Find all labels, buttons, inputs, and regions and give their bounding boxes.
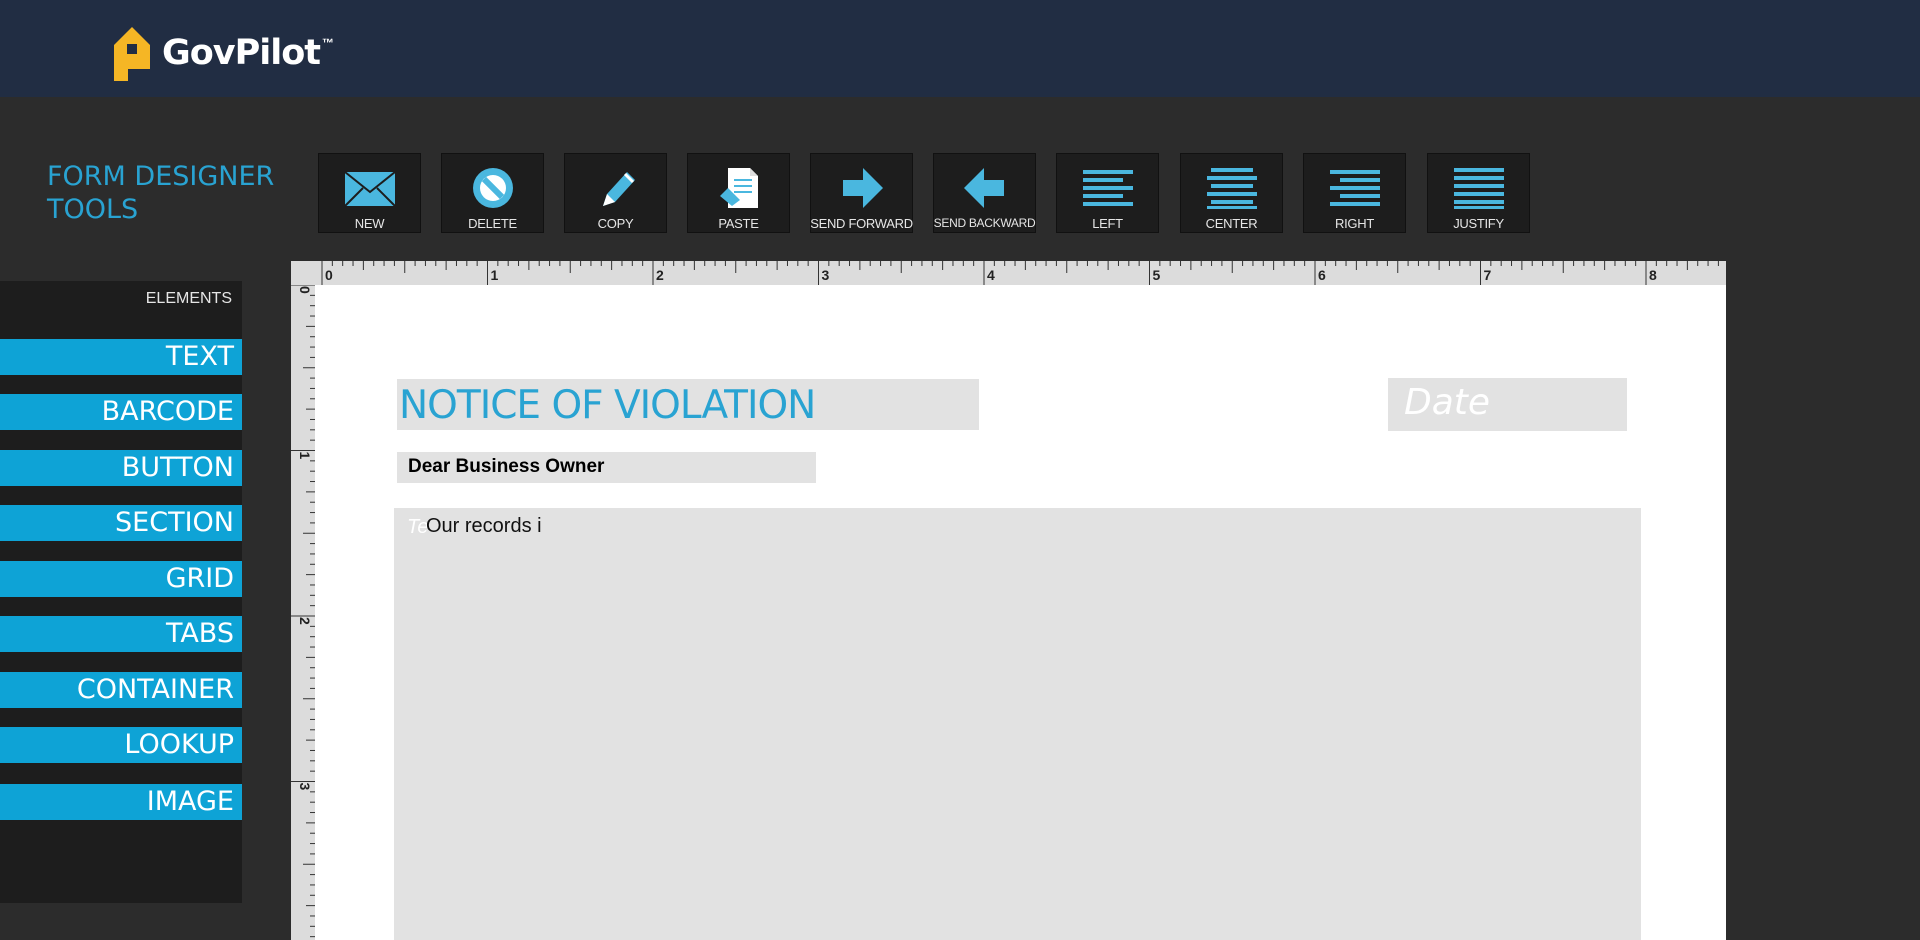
element-section[interactable]: SECTION [0,505,242,541]
govpilot-logo[interactable]: GovPilot ™ [112,25,334,81]
paste-label: PASTE [718,216,759,231]
pencil-icon [602,172,635,206]
arrow-left-icon [963,168,1004,208]
app-header: GovPilot ™ [0,0,1920,97]
copy-button[interactable]: COPY [564,153,667,233]
ruler-label: 1 [297,452,313,460]
brand-name: GovPilot [162,33,321,73]
house-logo-icon [114,27,150,81]
envelope-icon [343,171,396,207]
ruler-label: 4 [987,267,995,283]
delete-button[interactable]: DELETE [441,153,544,233]
ruler-label: 2 [297,617,313,625]
ruler-label: 0 [297,286,313,294]
align-center-icon [1206,168,1257,209]
element-container[interactable]: CONTAINER [0,672,242,708]
element-text[interactable]: TEXT [0,339,242,375]
ruler-label: 5 [1153,267,1161,283]
align-right-icon [1329,170,1380,206]
align-justify-label: JUSTIFY [1453,216,1504,231]
new-label: NEW [354,216,385,231]
greeting-field[interactable]: Dear Business Owner [397,452,816,483]
elements-heading: ELEMENTS [145,290,232,307]
align-right-label: RIGHT [1335,216,1374,231]
align-right-button[interactable]: RIGHT [1303,153,1406,233]
trademark: ™ [322,36,335,50]
form-designer-tools-title: FORM DESIGNER TOOLS [47,160,274,226]
ruler-label: 1 [491,267,499,283]
delete-label: DELETE [468,216,517,231]
body-text-field[interactable]: Te Our records i [394,508,1641,940]
vertical-ruler: 0 1 2 3 [291,284,315,940]
elements-panel: ELEMENTS TEXT BARCODE BUTTON SECTION GRI… [0,281,242,903]
ruler-label: 2 [656,267,664,283]
arrow-right-icon [842,168,883,208]
send-backward-button[interactable]: SEND BACKWARD [933,153,1036,233]
align-center-label: CENTER [1205,216,1258,231]
send-backward-label: SEND BACKWARD [933,216,1036,230]
ruler-label: 3 [822,267,830,283]
tools-title-line1: FORM DESIGNER [47,161,275,192]
element-lookup[interactable]: LOOKUP [0,727,242,763]
copy-label: COPY [597,216,634,231]
align-center-button[interactable]: CENTER [1180,153,1283,233]
greeting-text: Dear Business Owner [408,456,605,477]
ruler-label: 8 [1649,267,1657,283]
align-left-icon [1082,170,1133,206]
form-title-text: NOTICE OF VIOLATION [399,383,816,428]
align-left-label: LEFT [1092,216,1123,231]
ruler-label: 7 [1484,267,1492,283]
align-justify-icon [1453,168,1504,209]
ruler-label: 6 [1318,267,1326,283]
body-text: Our records i [426,515,542,537]
align-left-button[interactable]: LEFT [1056,153,1159,233]
paste-document-icon [719,168,758,208]
tools-title-line2: TOOLS [47,194,139,225]
form-title-field[interactable]: NOTICE OF VIOLATION [397,379,979,430]
align-justify-button[interactable]: JUSTIFY [1427,153,1530,233]
vertical-ruler-ticks: 0 1 2 3 [291,284,315,938]
date-placeholder: Date [1404,382,1491,423]
ruler-label: 0 [325,267,333,283]
send-forward-label: SEND FORWARD [810,216,913,231]
date-field[interactable]: Date [1388,378,1627,431]
horizontal-ruler-ticks: 0 1 2 3 4 5 6 7 8 [321,261,1719,285]
no-entry-icon [472,168,513,208]
send-forward-button[interactable]: SEND FORWARD [810,153,913,233]
element-tabs[interactable]: TABS [0,616,242,652]
element-barcode[interactable]: BARCODE [0,394,242,430]
element-grid[interactable]: GRID [0,561,242,597]
ruler-label: 3 [297,783,313,791]
element-button[interactable]: BUTTON [0,450,242,486]
element-image[interactable]: IMAGE [0,784,242,820]
paste-button[interactable]: PASTE [687,153,790,233]
horizontal-ruler: 0 1 2 3 4 5 6 7 8 [291,261,1726,285]
new-button[interactable]: NEW [318,153,421,233]
